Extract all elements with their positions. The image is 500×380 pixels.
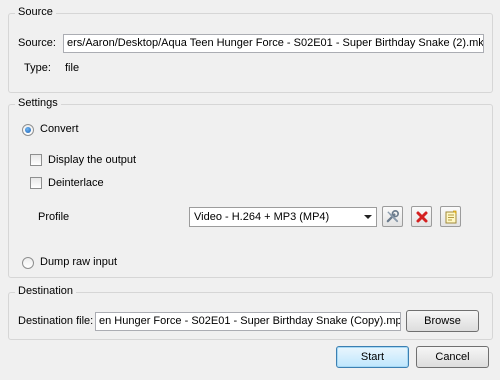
profile-select-value: Video - H.264 + MP3 (MP4) [194,211,330,223]
type-label: Type: [24,62,51,74]
convert-radio[interactable] [22,124,34,136]
wrench-screwdriver-icon [386,210,399,223]
destination-file-label: Destination file: [18,315,94,327]
convert-label[interactable]: Convert [40,123,79,135]
profile-label: Profile [38,211,70,223]
new-document-icon [445,210,456,223]
settings-group: Settings Convert Display the output Dein… [8,97,493,278]
source-path-field[interactable]: ers/Aaron/Desktop/Aqua Teen Hunger Force… [63,34,484,53]
display-output-checkbox[interactable] [30,154,42,166]
source-label: Source: [18,37,56,49]
display-output-label[interactable]: Display the output [48,154,136,166]
destination-group-title: Destination [15,285,77,297]
chevron-down-icon [364,215,372,219]
edit-profile-button[interactable] [382,206,403,227]
new-profile-button[interactable] [440,206,461,227]
destination-group: Destination Destination file: en Hunger … [8,285,493,340]
start-button[interactable]: Start [336,346,409,368]
type-value: file [65,62,80,74]
dump-raw-label[interactable]: Dump raw input [40,256,117,268]
browse-button[interactable]: Browse [406,310,479,332]
deinterlace-checkbox[interactable] [30,177,42,189]
source-group-title: Source [15,6,56,18]
delete-profile-button[interactable] [411,206,432,227]
cancel-button[interactable]: Cancel [416,346,489,368]
profile-select[interactable]: Video - H.264 + MP3 (MP4) [189,207,377,227]
red-x-icon [416,211,427,222]
settings-group-title: Settings [15,97,61,109]
deinterlace-label[interactable]: Deinterlace [48,177,104,189]
dump-raw-radio[interactable] [22,257,34,269]
source-group: Source Source: ers/Aaron/Desktop/Aqua Te… [8,6,493,93]
destination-file-field[interactable]: en Hunger Force - S02E01 - Super Birthda… [95,312,401,331]
